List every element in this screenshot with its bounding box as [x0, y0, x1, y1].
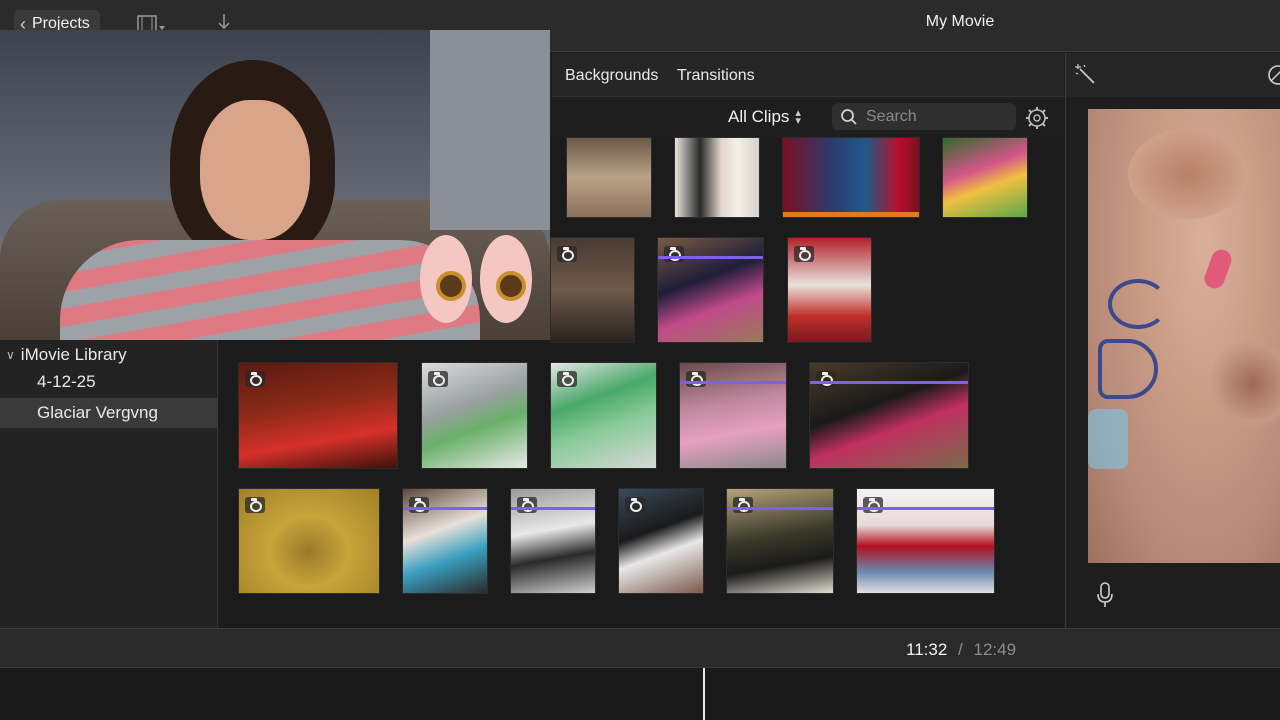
viewer-panel: [1065, 97, 1280, 628]
person-shirt: [60, 240, 480, 340]
chevron-down-icon: ∨: [6, 348, 15, 362]
camera-icon: [686, 371, 706, 387]
library-root[interactable]: ∨ iMovie Library: [0, 340, 218, 370]
video-call-overlay: [0, 30, 550, 340]
camera-icon: [664, 246, 684, 262]
camera-icon: [863, 497, 883, 513]
progress-bar: [810, 381, 968, 384]
camera-icon: [557, 246, 577, 262]
clip-thumbnail[interactable]: [238, 488, 380, 594]
timeline[interactable]: [0, 668, 1280, 720]
content-browser-tabs: Backgrounds Transitions: [552, 53, 1064, 97]
clip-thumbnail[interactable]: [679, 362, 787, 469]
color-balance-icon[interactable]: [1266, 64, 1280, 86]
progress-bar: [511, 507, 595, 510]
person-face: [200, 100, 310, 240]
tab-transitions[interactable]: Transitions: [677, 67, 755, 85]
clip-thumbnail[interactable]: [566, 137, 652, 218]
camera-icon: [245, 371, 265, 387]
timecode-display: 11:32 / 12:49: [906, 640, 1016, 660]
camera-icon: [557, 371, 577, 387]
filter-bar: All Clips ▴ ▾: [552, 97, 1064, 137]
progress-bar: [658, 256, 763, 259]
library-event-glaciar-vergvng[interactable]: Glaciar Vergvng: [0, 398, 218, 428]
event-label: 4-12-25: [37, 372, 96, 391]
search-field[interactable]: [832, 103, 1016, 130]
clip-thumbnail[interactable]: [550, 362, 657, 469]
clip-thumbnail[interactable]: [942, 137, 1028, 218]
viewer-toolbar: [1065, 53, 1280, 97]
magic-wand-icon[interactable]: [1074, 63, 1098, 87]
event-label: Glaciar Vergvng: [37, 403, 158, 422]
microphone-icon[interactable]: [1096, 581, 1114, 609]
camera-icon: [625, 497, 645, 513]
clip-thumbnail[interactable]: [809, 362, 969, 469]
clip-thumbnail[interactable]: [856, 488, 995, 594]
progress-bar: [403, 507, 487, 510]
camera-icon: [428, 371, 448, 387]
camera-icon: [733, 497, 753, 513]
timecode-bar: 11:32 / 12:49: [0, 628, 1280, 668]
search-input[interactable]: [866, 107, 1006, 126]
clip-thumbnail[interactable]: [421, 362, 528, 469]
eyes-emoji-icon: [420, 235, 540, 325]
clip-thumbnail[interactable]: [674, 137, 760, 218]
time-separator: /: [958, 640, 963, 659]
clip-thumbnail[interactable]: [787, 237, 872, 343]
progress-bar: [680, 381, 786, 384]
viewer-preview-image: [1088, 109, 1280, 563]
clip-thumbnail[interactable]: [402, 488, 488, 594]
movie-title: My Movie: [925, 13, 995, 30]
clip-filter-dropdown[interactable]: All Clips ▴ ▾: [728, 107, 801, 127]
search-icon: [841, 108, 857, 125]
clip-thumbnail[interactable]: [726, 488, 834, 594]
progress-bar: [857, 507, 994, 510]
clip-thumbnail[interactable]: [618, 488, 704, 594]
library-event-4-12-25[interactable]: 4-12-25: [0, 367, 218, 397]
playhead[interactable]: [703, 668, 705, 720]
clip-filter-label: All Clips: [728, 107, 790, 126]
camera-icon: [409, 497, 429, 513]
camera-icon: [794, 246, 814, 262]
chevron-updown-icon: ▴ ▾: [795, 107, 801, 127]
camera-icon: [816, 371, 836, 387]
clip-thumbnail[interactable]: [657, 237, 764, 343]
library-root-label: iMovie Library: [20, 345, 127, 364]
total-time: 12:49: [973, 640, 1017, 659]
tab-backgrounds[interactable]: Backgrounds: [565, 67, 658, 85]
camera-icon: [245, 497, 265, 513]
clip-thumbnail[interactable]: [782, 137, 920, 218]
gear-icon[interactable]: [1024, 105, 1050, 131]
current-time: 11:32: [906, 640, 948, 659]
library-sidebar: ∨ iMovie Library 4-12-25 Glaciar Vergvng: [0, 340, 218, 628]
clip-thumbnail[interactable]: [550, 237, 635, 343]
progress-bar: [727, 507, 833, 510]
clip-thumbnail[interactable]: [510, 488, 596, 594]
camera-icon: [517, 497, 537, 513]
clip-thumbnail[interactable]: [238, 362, 398, 469]
